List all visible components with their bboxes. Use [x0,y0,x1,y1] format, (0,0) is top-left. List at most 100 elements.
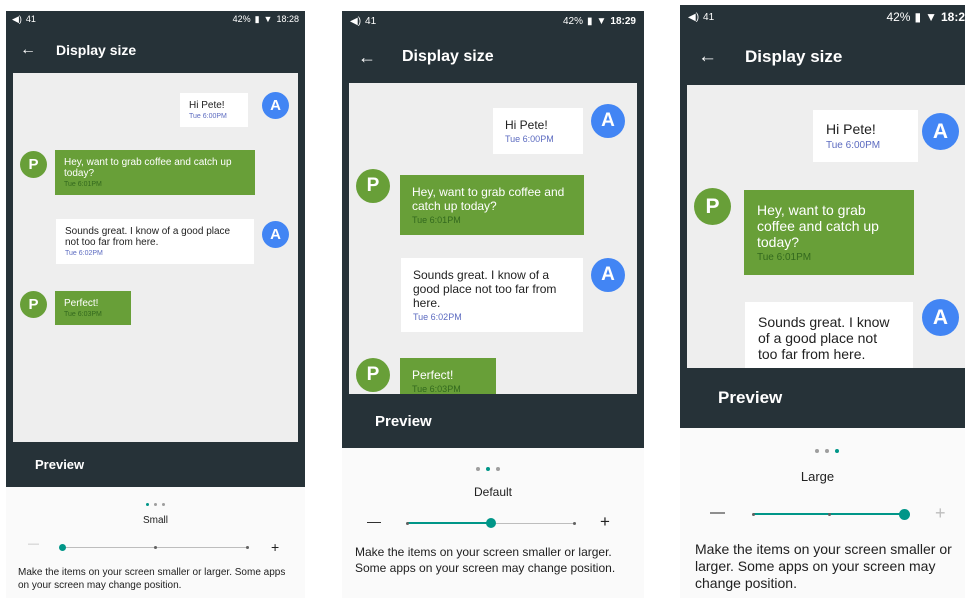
size-controls: Large — + Make the items on your screen … [680,428,965,598]
indicator-dot [486,467,490,471]
slider-tick [828,513,831,516]
battery-icon: ▮ [914,10,922,24]
avatar: A [591,104,625,138]
slider-fill [407,522,491,524]
size-name: Large [800,469,835,484]
avatar: P [356,358,390,392]
preview-area: Hi Pete! Tue 6:00PM A P Hey, want to gra… [687,85,965,368]
message-bubble: Hi Pete! Tue 6:00PM [180,93,248,127]
back-arrow-icon[interactable]: ← [358,47,376,68]
message-bubble: Hey, want to grab coffee and catch up to… [744,190,914,275]
avatar: A [922,299,959,336]
avatar: A [262,92,289,119]
battery-percent: 42% [562,15,583,27]
page-indicator [146,503,165,506]
battery-percent: 42% [232,14,251,24]
wifi-icon: ▼ [263,14,273,24]
volume-icon: ◀) [12,13,22,24]
indicator-dot [815,449,819,453]
wifi-icon: ▼ [596,15,607,27]
status-left-text: 41 [703,11,715,23]
slider-tick [406,522,409,525]
message-bubble: Hey, want to grab coffee and catch up to… [55,150,255,195]
status-bar: ◀) 41 42% ▮ ▼ 18:28 [6,11,305,27]
status-left-text: 41 [25,14,36,24]
slider-thumb[interactable] [59,544,66,551]
message-bubble: Sounds great. I know of a good place not… [401,258,583,332]
avatar: A [262,221,289,248]
preview-label: Preview [35,457,85,472]
avatar: P [20,151,47,178]
avatar: P [356,169,390,203]
slider-tick [154,546,157,549]
slider-thumb[interactable] [899,509,910,520]
volume-icon: ◀) [688,11,700,23]
preview-label: Preview [375,412,432,430]
wifi-icon: ▼ [925,10,937,24]
size-name: Default [473,485,513,499]
indicator-dot [162,503,165,506]
indicator-dot [146,503,149,506]
status-left-text: 41 [365,15,377,27]
size-name: Small [142,515,168,526]
size-slider[interactable] [406,518,576,533]
screen-default: ◀) 41 42% ▮ ▼ 18:29 ← Display size Hi Pete! … [342,11,644,598]
avatar: P [694,188,731,225]
indicator-dot [825,449,829,453]
back-arrow-icon[interactable]: ← [698,46,717,68]
status-time: 18:2 [940,10,965,24]
indicator-dot [835,449,839,453]
indicator-dot [154,503,157,506]
size-controls: Default — + Make the items on your scree… [342,448,644,598]
increase-size-button[interactable]: + [600,513,610,530]
message-bubble: Perfect! Tue 6:03PM [55,291,131,325]
page-title: Display size [402,48,494,65]
avatar: A [591,258,625,292]
page-title: Display size [56,42,137,58]
page-title: Display size [745,47,843,66]
battery-percent: 42% [886,10,911,24]
battery-icon: ▮ [587,15,593,27]
status-time: 18:29 [610,15,636,27]
indicator-dot [476,467,480,471]
page-indicator [815,449,839,453]
message-bubble: Hi Pete! Tue 6:00PM [493,108,583,154]
slider-tick [752,513,755,516]
page-indicator [476,467,500,471]
volume-icon: ◀) [350,15,362,27]
preview-area: Hi Pete! Tue 6:00PM A P Hey, want to gra… [349,83,637,394]
screen-small: ◀) 41 42% ▮ ▼ 18:28 ← Display size Hi Pete! … [6,11,305,598]
preview-bar: Preview [342,394,644,448]
decrease-size-button[interactable]: — [367,514,381,528]
description-text: Make the items on your screen smaller or… [18,567,286,591]
message-bubble: Sounds great. I know of a good place not… [56,219,254,264]
app-bar: ← Display size [680,29,965,85]
preview-label: Preview [718,388,783,407]
size-slider[interactable] [752,509,910,524]
increase-size-button[interactable]: + [935,504,946,522]
size-slider[interactable] [59,544,249,557]
battery-icon: ▮ [254,13,260,24]
screen-large: ◀) 41 42% ▮ ▼ 18:2 ← Display size Hi Pete! T… [680,5,965,598]
size-controls: Small — + Make the items on your screen … [6,487,305,598]
slider-thumb[interactable] [486,518,496,528]
preview-area: Hi Pete! Tue 6:00PM A P Hey, want to gra… [13,73,298,442]
slider-tick [573,522,576,525]
status-bar: ◀) 41 42% ▮ ▼ 18:29 [342,11,644,31]
app-bar: ← Display size [342,31,644,83]
status-time: 18:28 [276,14,299,24]
slider-tick [246,546,249,549]
increase-size-button[interactable]: + [271,540,279,554]
indicator-dot [496,467,500,471]
decrease-size-button[interactable]: — [28,539,39,550]
status-bar: ◀) 41 42% ▮ ▼ 18:2 [680,5,965,29]
decrease-size-button[interactable]: — [710,505,725,520]
preview-bar: Preview [680,368,965,428]
app-bar: ← Display size [6,27,305,73]
avatar: P [20,291,47,318]
message-bubble: Hey, want to grab coffee and catch up to… [400,175,584,235]
message-bubble: Sounds great. I know of a good place not… [745,302,913,368]
back-arrow-icon[interactable]: ← [20,41,36,59]
avatar: A [922,113,959,150]
preview-bar: Preview [6,442,305,487]
